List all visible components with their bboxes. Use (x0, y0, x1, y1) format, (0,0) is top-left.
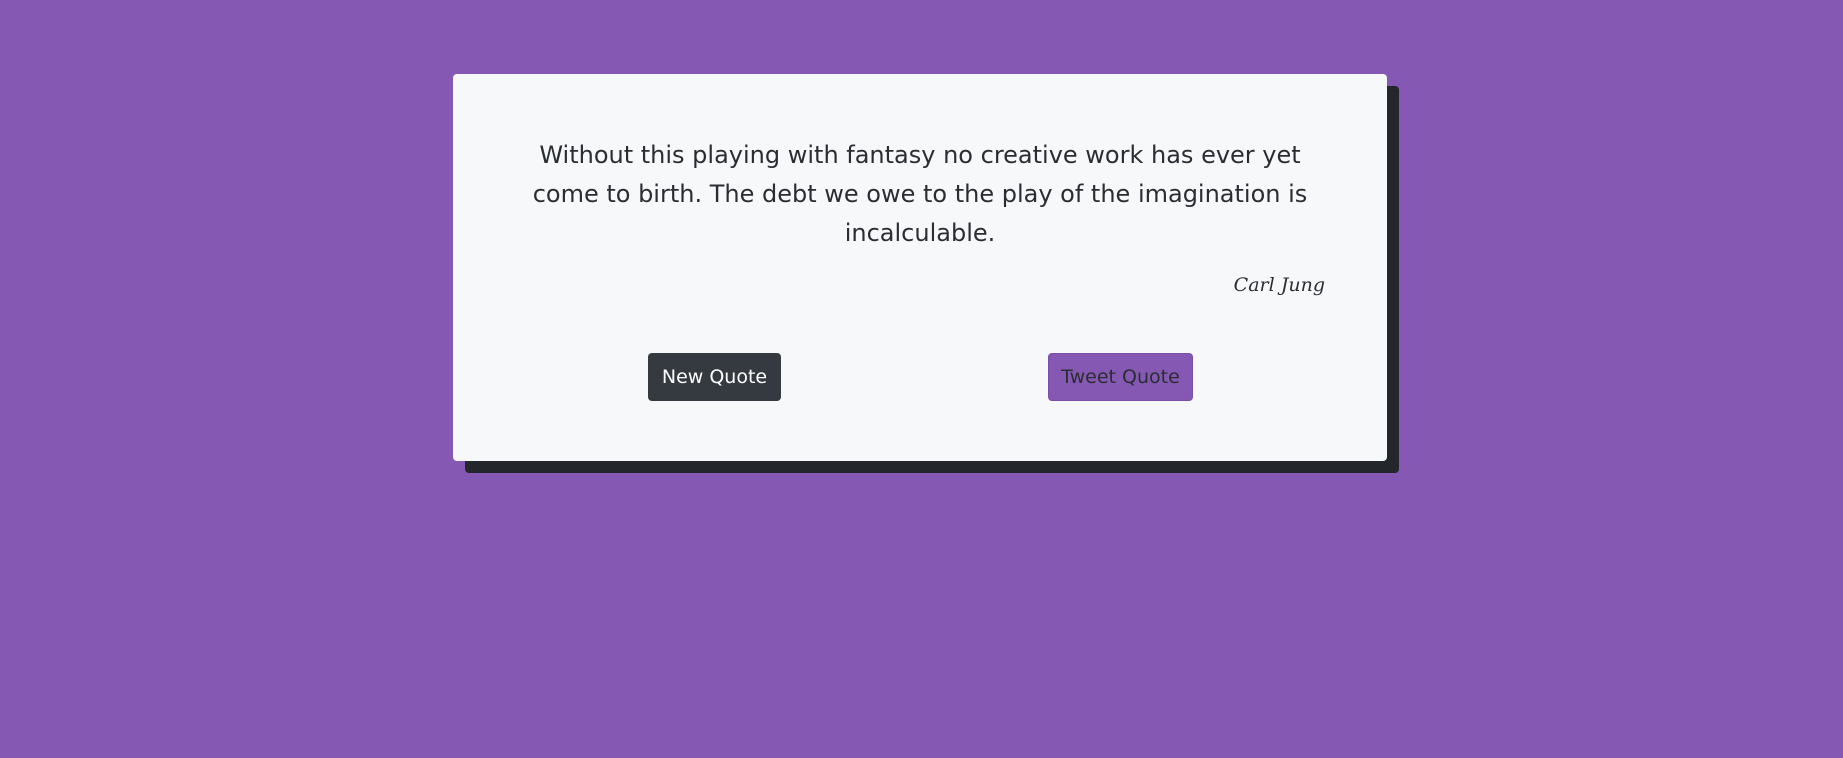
quote-text: Without this playing with fantasy no cre… (532, 141, 1308, 247)
quote-card: Without this playing with fantasy no cre… (453, 74, 1387, 461)
new-quote-button[interactable]: New Quote (648, 353, 781, 401)
tweet-quote-button[interactable]: Tweet Quote (1048, 353, 1193, 401)
quote-box: Without this playing with fantasy no cre… (453, 74, 1399, 473)
quote-author: Carl Jung (1233, 274, 1325, 296)
